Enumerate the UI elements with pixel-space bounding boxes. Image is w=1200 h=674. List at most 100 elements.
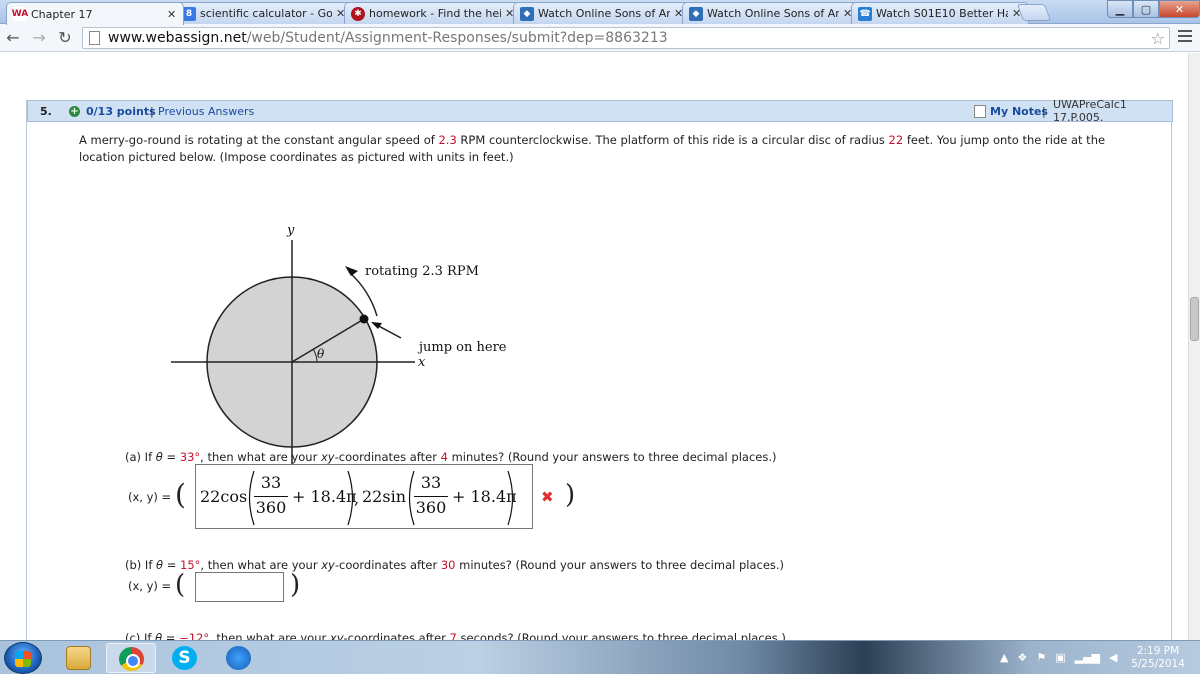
numerator-2: 33 — [420, 473, 442, 492]
address-bar[interactable]: www.webassign.net /web/Student/Assignmen… — [82, 27, 1170, 49]
back-arrow-icon[interactable]: ← — [0, 25, 26, 51]
url-host: www.webassign.net — [108, 30, 247, 46]
open-paren: ( — [175, 570, 186, 600]
header-separator: | — [150, 104, 154, 118]
close-tab-icon[interactable]: ✕ — [167, 8, 177, 21]
hamburger-menu-icon[interactable] — [1178, 30, 1192, 42]
forward-arrow-icon[interactable]: → — [26, 25, 52, 51]
part-b-time-value: 30 — [440, 558, 456, 572]
tab-title: Watch Online Sons of Ana — [707, 7, 839, 20]
tab-scientific-calculator[interactable]: 8 scientific calculator - Goo ✕ — [175, 2, 353, 24]
open-paren: ( — [175, 478, 186, 511]
google-icon: 8 — [182, 6, 196, 21]
network-icon[interactable]: ▣ — [1055, 651, 1065, 664]
tab-chapter-17[interactable]: WA Chapter 17 ✕ — [6, 2, 184, 25]
right-big-paren-2 — [507, 470, 514, 526]
signal-bars-icon[interactable]: ▂▄▆ — [1075, 651, 1100, 664]
windows-taskbar: S ▲ ❖ ⚑ ▣ ▂▄▆ ◀ 2:19 PM 5/25/2014 — [0, 640, 1200, 674]
tab-watch-online-1[interactable]: ◆ Watch Online Sons of Ana ✕ — [513, 2, 691, 24]
dropbox-icon[interactable]: ❖ — [1017, 651, 1027, 664]
part-a-answer-label: (x, y) = — [128, 490, 172, 504]
part-a-question: (a) If θ = 33°, then what are your xy-co… — [125, 450, 777, 464]
maximize-button[interactable]: ▢ — [1133, 0, 1159, 18]
cube-icon: ◆ — [689, 6, 703, 21]
start-button[interactable] — [4, 642, 42, 674]
taskbar-explorer[interactable] — [54, 643, 104, 673]
tab-homework[interactable]: ✱ homework - Find the heig ✕ — [344, 2, 522, 24]
tab-watch-online-2[interactable]: ◆ Watch Online Sons of Ana ✕ — [682, 2, 860, 24]
homework-icon: ✱ — [351, 6, 365, 21]
reload-icon[interactable]: ↻ — [52, 25, 78, 51]
vertical-scrollbar[interactable] — [1188, 53, 1200, 640]
tab-title: Watch Online Sons of Ana — [538, 7, 670, 20]
close-window-button[interactable]: ✕ — [1159, 0, 1200, 18]
sin-term: 22sin — [362, 487, 406, 506]
part-a-time-value: 4 — [440, 450, 448, 464]
page-icon — [89, 31, 100, 45]
cos-term: 22cos — [200, 487, 248, 506]
page-viewport: 5. + 0/13 points | Previous Answers My N… — [0, 53, 1188, 640]
part-c-question: (c) If θ = −12°, then what are your xy-c… — [125, 631, 786, 640]
tab-title: Chapter 17 — [31, 7, 93, 21]
tab-title: scientific calculator - Goo — [200, 7, 332, 20]
question-code: UWAPreCalc1 17.P.005. — [1053, 98, 1127, 124]
show-hidden-icons-icon[interactable]: ▲ — [1000, 651, 1008, 664]
part-b-question: (b) If θ = 15°, then what are your xy-co… — [125, 558, 785, 572]
taskbar-chrome[interactable] — [106, 643, 156, 673]
question-number: 5. — [40, 104, 52, 118]
phone-icon: ☎ — [858, 6, 872, 21]
denominator-1: 360 — [255, 498, 287, 517]
volume-muted-icon[interactable]: ◀ — [1109, 651, 1117, 664]
minimize-button[interactable]: ▁ — [1107, 0, 1133, 18]
app-icon — [226, 646, 251, 670]
incorrect-x-icon: ✖ — [541, 488, 554, 506]
x-axis-label: x — [418, 355, 426, 370]
part-b-answer-input[interactable] — [195, 572, 284, 602]
my-notes-link[interactable]: My Notes — [990, 105, 1048, 118]
windows-logo-icon — [15, 651, 31, 667]
jump-point — [359, 314, 369, 324]
question-header: 5. + 0/13 points | Previous Answers My N… — [27, 98, 1173, 124]
part-a-theta-value: 33° — [179, 450, 201, 464]
expand-plus-icon[interactable]: + — [69, 106, 80, 117]
radius-value: 22 — [888, 133, 904, 147]
points-link[interactable]: 0/13 points — [86, 105, 156, 118]
close-paren: ) — [565, 480, 576, 510]
denominator-2: 360 — [415, 498, 447, 517]
previous-answers-link[interactable]: Previous Answers — [158, 105, 254, 118]
fraction-2: 33 360 — [414, 473, 448, 517]
tab-watch-s01e10[interactable]: ☎ Watch S01E10 Better Half - ✕ — [851, 2, 1029, 24]
part-c-time-value: 7 — [449, 631, 457, 640]
rpm-value: 2.3 — [438, 133, 457, 147]
tab-strip: WA Chapter 17 ✕ 8 scientific calculator … — [0, 0, 1200, 25]
action-center-flag-icon[interactable]: ⚑ — [1036, 651, 1046, 664]
numerator-1: 33 — [260, 473, 282, 492]
theta-label: θ — [317, 347, 325, 361]
tab-title: Watch S01E10 Better Half - — [876, 7, 1008, 20]
notes-checkbox-icon[interactable] — [974, 105, 986, 118]
problem-statement: A merry-go-round is rotating at the cons… — [79, 133, 1106, 164]
rotation-arrowhead — [345, 266, 358, 276]
fraction-1: 33 360 — [254, 473, 288, 517]
clock-time: 2:19 PM — [1136, 645, 1180, 657]
part-a-answer-input[interactable]: 22cos 33 360 + 18.4π , 22sin 33 360 + 18… — [195, 464, 533, 529]
close-paren: ) — [290, 570, 301, 600]
url-path: /web/Student/Assignment-Responses/submit… — [246, 30, 668, 46]
taskbar-app[interactable] — [214, 643, 264, 673]
y-axis-label: y — [286, 223, 295, 238]
tab-title: homework - Find the heig — [369, 7, 501, 20]
bookmark-star-icon[interactable]: ☆ — [1151, 29, 1165, 48]
new-tab-button[interactable] — [1016, 4, 1052, 21]
scrollbar-thumb[interactable] — [1190, 297, 1199, 341]
part-b-answer-label: (x, y) = — [128, 579, 172, 593]
comma: , — [354, 489, 360, 508]
webassign-icon: WA — [11, 7, 29, 21]
taskbar-clock[interactable]: 2:19 PM 5/25/2014 — [1128, 645, 1188, 671]
header-separator: | — [1042, 104, 1046, 118]
browser-toolbar: ← → ↻ www.webassign.net /web/Student/Ass… — [0, 24, 1200, 52]
taskbar-skype[interactable]: S — [160, 643, 210, 673]
part-c-theta-value: −12° — [179, 631, 210, 640]
jump-pointer-arrowhead — [371, 322, 382, 329]
question-card: 5. + 0/13 points | Previous Answers My N… — [26, 98, 1173, 640]
jump-label: jump on here — [417, 340, 507, 355]
